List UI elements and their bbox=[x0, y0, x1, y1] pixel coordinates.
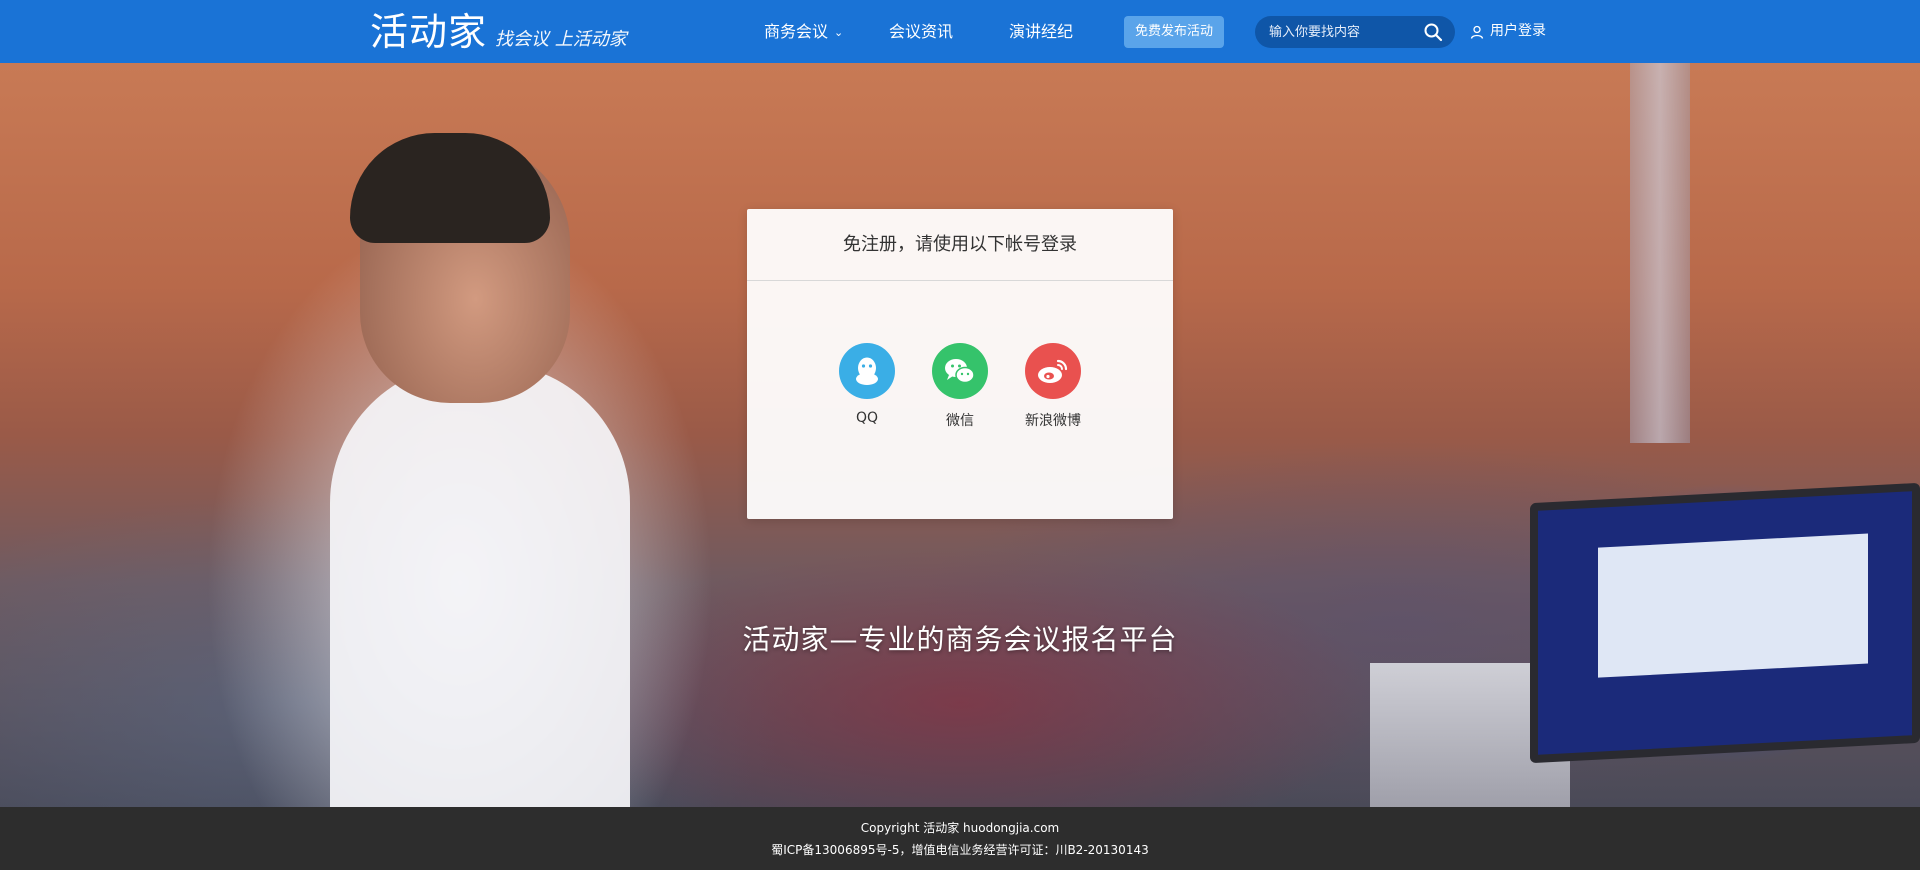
user-icon bbox=[1470, 25, 1484, 39]
qq-icon bbox=[839, 343, 895, 399]
search-input[interactable] bbox=[1269, 16, 1419, 48]
weibo-label: 新浪微博 bbox=[1025, 413, 1081, 429]
nav-item-business-meetings[interactable]: 商务会议 ⌄ bbox=[764, 0, 843, 63]
nav-item-label: 演讲经纪 bbox=[1009, 22, 1074, 41]
social-login-card: 免注册，请使用以下帐号登录 QQ 微信 新浪微博 bbox=[747, 209, 1173, 519]
wechat-icon bbox=[932, 343, 988, 399]
wechat-login-button[interactable]: 微信 bbox=[910, 343, 1010, 430]
nav-item-meeting-news[interactable]: 会议资讯 bbox=[889, 0, 953, 63]
hero-tagline: 活动家—专业的商务会议报名平台 bbox=[742, 623, 1178, 656]
nav-item-label: 会议资讯 bbox=[889, 22, 954, 41]
search-box bbox=[1255, 16, 1455, 48]
footer-copyright: Copyright 活动家 huodongjia.com bbox=[860, 821, 1060, 835]
site-logo[interactable]: 活动家 找会议 上活动家 bbox=[370, 10, 627, 54]
logo-text: 活动家 bbox=[370, 10, 488, 54]
weibo-login-button[interactable]: 新浪微博 bbox=[1003, 343, 1103, 430]
login-providers: QQ 微信 新浪微博 bbox=[747, 343, 1173, 443]
qq-login-button[interactable]: QQ bbox=[817, 343, 917, 426]
nav-item-label: 商务会议 bbox=[764, 22, 829, 41]
qq-label: QQ bbox=[855, 410, 879, 426]
chevron-down-icon: ⌄ bbox=[834, 26, 844, 39]
page-footer: Copyright 活动家 huodongjia.com 蜀ICP备130068… bbox=[0, 807, 1920, 870]
publish-event-button[interactable]: 免费发布活动 bbox=[1124, 16, 1224, 48]
speaker-figure bbox=[330, 363, 630, 807]
background-pillar bbox=[1630, 63, 1690, 443]
login-label: 用户登录 bbox=[1490, 23, 1546, 39]
logo-slogan: 找会议 上活动家 bbox=[495, 29, 627, 50]
wechat-label: 微信 bbox=[946, 413, 974, 429]
login-card-title: 免注册，请使用以下帐号登录 bbox=[747, 209, 1173, 281]
speaker-hair bbox=[350, 133, 550, 243]
nav-item-speaker-agency[interactable]: 演讲经纪 bbox=[1009, 0, 1073, 63]
top-navbar: 活动家 找会议 上活动家 商务会议 ⌄ 会议资讯 演讲经纪 免费发布活动 用户登录 bbox=[0, 0, 1920, 63]
user-login-link[interactable]: 用户登录 bbox=[1470, 0, 1546, 63]
footer-icp: 蜀ICP备13006895号-5，增值电信业务经营许可证：川B2-2013014… bbox=[771, 843, 1149, 857]
weibo-icon bbox=[1025, 343, 1081, 399]
search-icon[interactable] bbox=[1423, 22, 1443, 42]
